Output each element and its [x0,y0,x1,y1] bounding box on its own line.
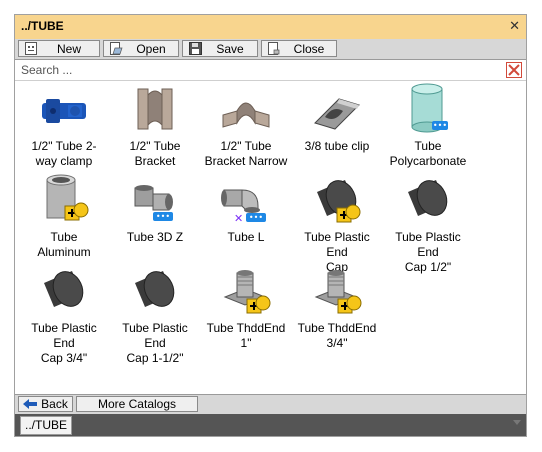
item-name: 3/8 tube clip [304,139,370,153]
item-name: Tube Plastic End [122,321,188,350]
save-label: Save [216,41,244,56]
item-name-2: 3/4" [326,336,348,350]
catalog-window: ../TUBE ✕ New Open Save Close Search ...… [14,14,527,437]
catalog-item[interactable]: Tube ThddEnd 1" [201,263,291,351]
svg-text:•••: ••• [249,213,263,222]
svg-text:✕: ✕ [234,212,243,224]
item-name-2: Cap 1-1/2" [126,351,184,365]
item-name: 1/2" Tube 2- [31,139,97,153]
window-title: ../TUBE [21,19,64,33]
svg-text:•••: ••• [433,121,447,130]
item-name-2: Cap 1/2" [404,260,452,274]
back-button[interactable]: Back [18,396,73,412]
aluminum-tube-icon [19,172,109,224]
item-name: 1/2" Tube [220,139,272,153]
end-cap-icon [19,263,109,315]
catalog-grid: 1/2" Tube 2- way clamp 1/2" Tube Bracket 1… [15,81,526,393]
search-bar: Search ... [15,60,526,81]
item-name: Tube Plastic End [304,230,370,259]
catalog-item[interactable]: Tube Plastic End Cap [292,172,382,275]
bracket-icon [110,81,200,133]
catalog-item[interactable]: Tube Plastic End Cap 3/4" [19,263,109,366]
item-name-2: Cap 3/4" [40,351,88,365]
item-name-2: Aluminum [37,245,91,259]
open-file-icon [108,42,124,55]
title-bar[interactable]: ../TUBE ✕ [15,15,526,39]
more-catalogs-button[interactable]: More Catalogs [76,396,198,412]
path-bar: ../TUBE [15,414,526,436]
clear-tube-icon: ••• [383,81,473,133]
close-button[interactable]: Close [261,40,337,57]
threaded-end-icon [201,263,291,315]
narrow-bracket-icon [201,81,291,133]
item-name: Tube Plastic End [395,230,461,259]
item-name-2: 1" [240,336,252,350]
item-name-2: Polycarbonate [389,154,467,168]
new-file-icon [23,42,39,55]
catalog-item[interactable]: ••• Tube Polycarbonate [383,81,473,169]
catalog-item[interactable]: 1/2" Tube Bracket [110,81,200,169]
catalog-item[interactable]: 1/2" Tube Bracket Narrow [201,81,291,169]
catalog-item[interactable]: ••• Tube 3D Z [110,172,200,245]
item-name: 1/2" Tube [129,139,181,153]
open-label: Open [136,41,166,56]
threaded-end-icon [292,263,382,315]
back-arrow-icon [23,399,38,409]
item-name: Tube 3D Z [126,230,184,244]
catalog-item[interactable]: 1/2" Tube 2- way clamp [19,81,109,169]
close-file-icon [266,42,282,55]
catalog-item[interactable]: Tube Plastic End Cap 1-1/2" [110,263,200,366]
item-name-2: Bracket Narrow [204,154,288,168]
item-name: Tube [414,139,442,153]
toolbar: New Open Save Close [15,39,526,60]
close-label: Close [293,41,325,56]
more-catalogs-label: More Catalogs [97,397,177,411]
svg-text:•••: ••• [156,212,170,221]
new-label: New [56,41,81,56]
back-label: Back [41,397,68,411]
save-button[interactable]: Save [182,40,258,57]
item-name: Tube ThddEnd [206,321,286,335]
end-cap-icon [292,172,382,224]
bottom-bar: Back More Catalogs [15,394,526,414]
path-tab[interactable]: ../TUBE [20,416,73,435]
clear-search-icon[interactable] [506,62,522,78]
item-name-2: Bracket [134,154,176,168]
catalog-item[interactable]: Tube Plastic End Cap 1/2" [383,172,473,275]
item-name: Tube Plastic End [31,321,97,350]
end-cap-icon [110,263,200,315]
catalog-item[interactable]: ✕ ••• Tube L [201,172,291,245]
new-button[interactable]: New [18,40,100,57]
elbow-3dz-icon: ••• [110,172,200,224]
item-name: Tube ThddEnd [297,321,377,335]
catalog-item[interactable]: Tube ThddEnd 3/4" [292,263,382,351]
item-name: Tube L [227,230,265,244]
save-icon [187,42,203,55]
elbow-l-icon: ✕ ••• [201,172,291,224]
close-icon[interactable]: ✕ [509,18,520,34]
end-cap-icon [383,172,473,224]
open-button[interactable]: Open [103,40,179,57]
blue-clamp-icon [19,81,109,133]
item-name-2: way clamp [35,154,93,168]
item-name: Tube [50,230,78,244]
search-input[interactable]: Search ... [21,63,72,77]
tube-clip-icon [292,81,382,133]
catalog-item[interactable]: 3/8 tube clip [292,81,382,154]
chevron-down-icon[interactable] [513,420,521,425]
catalog-item[interactable]: Tube Aluminum [19,172,109,260]
